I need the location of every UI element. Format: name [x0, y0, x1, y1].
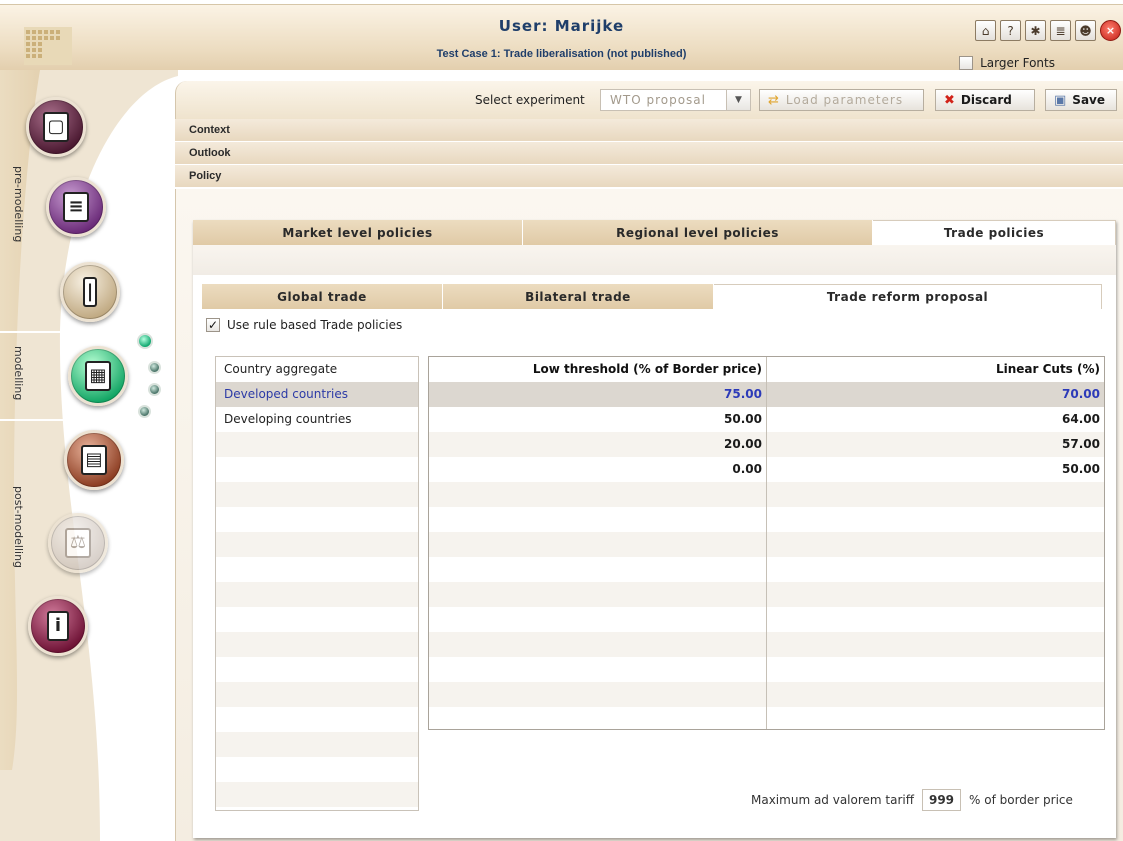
- load-icon: ⇄: [768, 92, 780, 108]
- app-header: User: Marijke Test Case 1: Trade liberal…: [0, 4, 1123, 70]
- grid-cell-threshold[interactable]: 0.00: [429, 457, 766, 482]
- trade-tabs: Global trade Bilateral trade Trade refor…: [202, 284, 1102, 309]
- grid-cell-cut[interactable]: 57.00: [766, 432, 1104, 457]
- grid-column-divider: [766, 357, 767, 729]
- grid-header-low-threshold: Low threshold (% of Border price): [532, 362, 762, 376]
- policy-tabs: Market level policies Regional level pol…: [193, 220, 1116, 245]
- load-parameters-label: Load parameters: [785, 93, 904, 107]
- thermometer-icon: |: [83, 277, 97, 307]
- discard-label: Discard: [960, 93, 1012, 107]
- grid-cell-cut[interactable]: 50.00: [766, 457, 1104, 482]
- nav-compare-button[interactable]: ⚖: [48, 513, 108, 573]
- accordion-context[interactable]: Context: [175, 119, 1123, 142]
- section-label-modelling: modelling: [12, 346, 25, 401]
- use-rule-label: Use rule based Trade policies: [227, 318, 403, 332]
- nav-info-button[interactable]: i: [28, 596, 88, 656]
- nav-outlook-button[interactable]: ≡: [46, 177, 106, 237]
- save-button[interactable]: ▣ Save: [1045, 89, 1117, 111]
- grid-cell-threshold[interactable]: 50.00: [429, 407, 766, 432]
- tab-regional-level-policies[interactable]: Regional level policies: [523, 220, 873, 245]
- tab-trade-reform-proposal[interactable]: Trade reform proposal: [714, 284, 1102, 309]
- app-window: User: Marijke Test Case 1: Trade liberal…: [0, 0, 1123, 841]
- tab-bilateral-trade[interactable]: Bilateral trade: [443, 284, 714, 309]
- chart-icon: ▤: [81, 445, 107, 475]
- nav-policy-button[interactable]: |: [60, 262, 120, 322]
- header-toolbar: ⌂ ? ✱ ≣ ☻ ×: [975, 20, 1121, 41]
- chevron-down-icon[interactable]: ▼: [726, 90, 750, 110]
- tab-market-level-policies[interactable]: Market level policies: [193, 220, 523, 245]
- help-icon[interactable]: ?: [1000, 20, 1021, 41]
- tab-trade-policies[interactable]: Trade policies: [873, 220, 1116, 245]
- step-dot-2[interactable]: [148, 361, 161, 374]
- section-label-post-modelling: post-modelling: [12, 486, 25, 569]
- users-icon[interactable]: ☻: [1075, 20, 1096, 41]
- nav-context-button[interactable]: ▢: [26, 97, 86, 157]
- save-icon: ▣: [1054, 92, 1067, 108]
- nav-run-button[interactable]: ▦: [68, 346, 128, 406]
- discard-button[interactable]: ✖ Discard: [935, 89, 1035, 111]
- grid-cell-threshold[interactable]: 20.00: [429, 432, 766, 457]
- user-title: User: Marijke: [498, 17, 625, 35]
- list-item-developing-countries[interactable]: Developing countries: [216, 407, 418, 432]
- info-icon: i: [47, 611, 69, 641]
- country-list-header: Country aggregate: [224, 362, 338, 376]
- books-icon[interactable]: ≣: [1050, 20, 1071, 41]
- bug-icon[interactable]: ✱: [1025, 20, 1046, 41]
- section-label-pre-modelling: pre-modelling: [12, 166, 25, 243]
- use-rule-checkbox[interactable]: ✓: [206, 318, 220, 332]
- list-item-developed-countries[interactable]: Developed countries: [216, 382, 418, 407]
- max-tariff-label: Maximum ad valorem tariff: [751, 793, 915, 807]
- load-parameters-button[interactable]: ⇄ Load parameters: [759, 89, 924, 111]
- case-title: Test Case 1: Trade liberalisation (not p…: [436, 48, 687, 60]
- larger-fonts-label: Larger Fonts: [980, 56, 1055, 70]
- save-label: Save: [1072, 93, 1105, 107]
- policy-section: Market level policies Regional level pol…: [175, 189, 1123, 841]
- close-icon[interactable]: ×: [1100, 20, 1121, 41]
- experiment-dropdown-value: WTO proposal: [610, 93, 706, 107]
- clipboard-icon: ▢: [43, 112, 69, 142]
- step-dot-3[interactable]: [148, 383, 161, 396]
- experiment-dropdown[interactable]: WTO proposal ▼: [600, 89, 751, 111]
- grid-header-linear-cuts: Linear Cuts (%): [995, 362, 1100, 376]
- accordion-outlook[interactable]: Outlook: [175, 142, 1123, 165]
- select-experiment-label: Select experiment: [475, 93, 585, 107]
- step-dot-4[interactable]: [138, 405, 151, 418]
- tab-global-trade[interactable]: Global trade: [202, 284, 443, 309]
- larger-fonts-toggle[interactable]: Larger Fonts: [959, 56, 1055, 70]
- tab-band: [193, 245, 1116, 275]
- books-icon: ≡: [63, 192, 89, 222]
- grid-cell-cut[interactable]: 64.00: [766, 407, 1104, 432]
- calculator-icon: ▦: [85, 361, 111, 391]
- use-rule-toggle[interactable]: ✓ Use rule based Trade policies: [206, 318, 402, 332]
- grid-cell-cut[interactable]: 70.00: [766, 382, 1104, 407]
- policy-card: Market level policies Regional level pol…: [193, 220, 1116, 838]
- experiment-toolbar: Select experiment WTO proposal ▼ ⇄ Load …: [175, 81, 1123, 119]
- accordion-policy[interactable]: Policy: [175, 165, 1123, 188]
- max-tariff-input[interactable]: 999: [922, 789, 962, 811]
- step-dot-1[interactable]: [137, 333, 153, 349]
- scales-icon: ⚖: [65, 528, 91, 558]
- larger-fonts-checkbox[interactable]: [959, 56, 974, 70]
- reform-grid: Low threshold (% of Border price) Linear…: [428, 356, 1105, 730]
- nav-results-button[interactable]: ▤: [64, 430, 124, 490]
- grid-cell-threshold[interactable]: 75.00: [429, 382, 766, 407]
- country-list: Country aggregate Developed countries De…: [215, 356, 419, 811]
- max-tariff-unit: % of border price: [969, 793, 1073, 807]
- discard-icon: ✖: [944, 92, 955, 108]
- max-tariff-row: Maximum ad valorem tariff 999 % of borde…: [751, 789, 1073, 811]
- main-panel: Select experiment WTO proposal ▼ ⇄ Load …: [175, 81, 1123, 841]
- home-icon[interactable]: ⌂: [975, 20, 996, 41]
